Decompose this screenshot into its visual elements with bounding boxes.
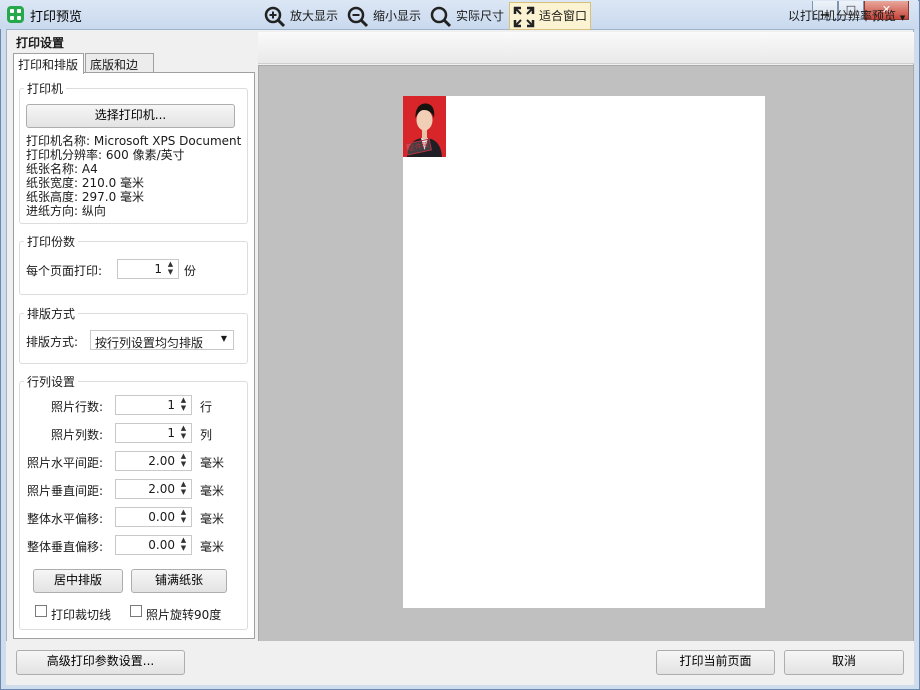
app-logo-icon (7, 6, 24, 23)
rotate-photo-label: 照片旋转90度 (146, 608, 222, 622)
copies-value: 1 (154, 262, 162, 276)
caret-down-icon: ▼ (899, 14, 906, 22)
zoom-in-icon (264, 6, 286, 27)
tab-background-border[interactable]: 底版和边框 (85, 53, 154, 89)
panel-title: 打印设置 (16, 36, 65, 50)
layout-group-title: 排版方式 (24, 305, 79, 322)
paper-page (403, 96, 765, 608)
stepper-arrows-icon[interactable]: ▲ ▼ (165, 260, 176, 278)
actual-size-button[interactable]: 实际尺寸 (430, 3, 504, 29)
fit-window-label: 适合窗口 (539, 9, 588, 23)
layout-mode-value: 按行列设置均匀排版 (95, 336, 204, 350)
photo-columns-unit: 列 (200, 428, 213, 442)
fit-window-button[interactable]: 适合窗口 (509, 2, 592, 30)
copies-stepper[interactable]: 1 ▲ ▼ (117, 259, 179, 279)
copies-group-title: 打印份数 (24, 233, 79, 250)
photo-rows-value: 1 (167, 398, 175, 412)
actual-size-label: 实际尺寸 (456, 9, 505, 23)
preview-mode-label: 以打印机分辨率预览 (788, 9, 897, 23)
fill-paper-button[interactable]: 铺满纸张 (131, 569, 227, 593)
print-page-button[interactable]: 打印当前页面 (656, 650, 775, 675)
horizontal-spacing-label: 照片水平间距: (27, 456, 104, 470)
horizontal-offset-value: 0.00 (148, 510, 175, 524)
photo-columns-stepper[interactable]: 1 ▲ ▼ (115, 423, 192, 443)
photo-columns-label: 照片列数: (51, 428, 104, 442)
vertical-offset-stepper[interactable]: 0.00 ▲ ▼ (115, 535, 192, 555)
horizontal-offset-label: 整体水平偏移: (27, 512, 104, 526)
zoom-out-icon (347, 6, 369, 27)
print-crop-marks-checkbox[interactable] (35, 605, 47, 617)
chevron-down-icon: ▼ (220, 334, 227, 343)
magnifier-icon (430, 6, 452, 27)
rotate-photo-checkbox[interactable] (130, 605, 142, 617)
layout-label: 排版方式: (26, 335, 79, 349)
printer-group-title: 打印机 (24, 80, 67, 97)
horizontal-spacing-stepper[interactable]: 2.00 ▲ ▼ (115, 451, 192, 471)
horizontal-spacing-unit: 毫米 (200, 456, 225, 470)
window-title: 打印预览 (30, 10, 83, 25)
photo-columns-value: 1 (167, 426, 175, 440)
stepper-arrows-icon[interactable]: ▲ ▼ (178, 536, 189, 554)
copies-unit: 份 (184, 264, 197, 278)
horizontal-spacing-value: 2.00 (148, 454, 175, 468)
vertical-offset-value: 0.00 (148, 538, 175, 552)
stepper-arrows-icon[interactable]: ▲ ▼ (178, 452, 189, 470)
vertical-spacing-value: 2.00 (148, 482, 175, 496)
stepper-arrows-icon[interactable]: ▲ ▼ (178, 508, 189, 526)
photo-rows-label: 照片行数: (51, 400, 104, 414)
cancel-button[interactable]: 取消 (784, 650, 904, 675)
stepper-arrows-icon[interactable]: ▲ ▼ (178, 480, 189, 498)
vertical-offset-unit: 毫米 (200, 540, 225, 554)
horizontal-offset-unit: 毫米 (200, 512, 225, 526)
stepper-arrows-icon[interactable]: ▲ ▼ (178, 424, 189, 442)
vertical-spacing-unit: 毫米 (200, 484, 225, 498)
zoom-out-button[interactable]: 缩小显示 (347, 3, 421, 29)
zoom-in-label: 放大显示 (290, 9, 339, 23)
print-crop-marks-label: 打印裁切线 (51, 608, 112, 622)
tab-print-layout[interactable]: 打印和排版 (13, 53, 84, 74)
stepper-arrows-icon[interactable]: ▲ ▼ (178, 396, 189, 414)
grid-group-title: 行列设置 (24, 373, 79, 390)
zoom-out-label: 缩小显示 (373, 9, 422, 23)
photo-rows-stepper[interactable]: 1 ▲ ▼ (115, 395, 192, 415)
preview-toolbar (258, 32, 914, 64)
vertical-spacing-label: 照片垂直间距: (27, 484, 104, 498)
id-photo-thumbnail: 证件照 (403, 96, 446, 157)
select-printer-button[interactable]: 选择打印机... (26, 104, 235, 128)
paper-orientation-text: 进纸方向: 纵向 (26, 204, 106, 218)
photo-rows-unit: 行 (200, 400, 213, 414)
preview-mode-dropdown[interactable]: 以打印机分辨率预览 ▼ (788, 3, 905, 29)
layout-mode-select[interactable]: 按行列设置均匀排版 ▼ (90, 330, 234, 350)
copies-label: 每个页面打印: (26, 264, 103, 278)
advanced-settings-button[interactable]: 高级打印参数设置... (16, 650, 185, 675)
horizontal-offset-stepper[interactable]: 0.00 ▲ ▼ (115, 507, 192, 527)
vertical-spacing-stepper[interactable]: 2.00 ▲ ▼ (115, 479, 192, 499)
fit-window-icon (513, 6, 535, 27)
vertical-offset-label: 整体垂直偏移: (27, 540, 104, 554)
zoom-in-button[interactable]: 放大显示 (264, 3, 338, 29)
center-layout-button[interactable]: 居中排版 (33, 569, 123, 593)
